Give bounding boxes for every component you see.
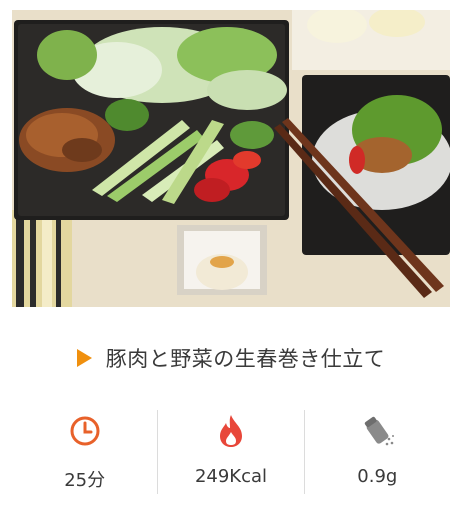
cooking-time-value: 25分: [64, 470, 106, 491]
calories-value: 249Kcal: [194, 466, 268, 487]
stat-cooking-time: 25分: [12, 410, 157, 494]
play-icon: [76, 349, 92, 367]
salt-value: 0.9g: [357, 466, 398, 487]
recipe-stats: 25分 249Kcal 0.9g: [12, 410, 450, 494]
stat-salt: 0.9g: [303, 410, 450, 494]
recipe-title: 豚肉と野菜の生春巻き仕立て: [105, 347, 386, 371]
flame-icon: [218, 414, 244, 448]
clock-icon: [69, 414, 101, 448]
recipe-photo: [12, 10, 450, 307]
salt-shaker-icon: [359, 414, 395, 448]
recipe-title-row[interactable]: 豚肉と野菜の生春巻き仕立て: [0, 342, 462, 374]
stat-calories: 249Kcal: [157, 410, 303, 494]
